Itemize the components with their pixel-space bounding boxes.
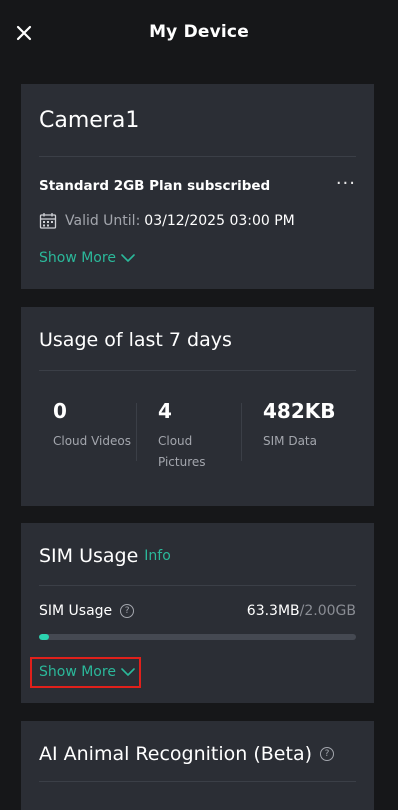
stat-cloud-pictures: 4 Cloud Pictures	[136, 399, 249, 469]
valid-until-value: 03/12/2025 03:00 PM	[144, 213, 295, 229]
sim-usage-row: SIM Usage ?	[39, 603, 135, 619]
sim-usage-label: SIM Usage	[39, 603, 113, 619]
calendar-icon	[39, 213, 57, 229]
device-show-more-button[interactable]: Show More	[39, 250, 136, 266]
ai-recognition-heading: AI Animal Recognition (Beta) ?	[39, 743, 334, 765]
progress-fill	[39, 634, 49, 640]
show-more-label: Show More	[39, 250, 116, 266]
stat-label: Cloud Videos	[53, 434, 131, 448]
divider	[39, 781, 356, 782]
divider	[39, 370, 356, 371]
chevron-down-icon	[121, 254, 135, 262]
stat-value: 0	[53, 399, 67, 423]
page-title: My Device	[149, 22, 249, 42]
stat-value: 4	[158, 399, 172, 423]
valid-until-row: Valid Until: 03/12/2025 03:00 PM	[39, 212, 295, 230]
stat-cloud-videos: 0 Cloud Videos	[39, 399, 144, 469]
highlight-box	[30, 657, 141, 688]
usage-stats: 0 Cloud Videos 4 Cloud Pictures 482KB SI…	[39, 399, 356, 469]
usage-card: Usage of last 7 days 0 Cloud Videos 4 Cl…	[21, 307, 374, 506]
ai-recognition-card: AI Animal Recognition (Beta) ?	[21, 721, 374, 810]
sim-used: 63.3MB	[246, 603, 300, 619]
more-options-icon[interactable]: ···	[336, 175, 356, 193]
divider	[39, 585, 356, 586]
header: My Device	[0, 0, 398, 70]
sim-usage-progress	[39, 634, 356, 640]
info-link[interactable]: Info	[144, 548, 171, 564]
help-icon[interactable]: ?	[320, 747, 334, 761]
sim-usage-heading: SIM Usage Info	[39, 545, 171, 567]
ai-recognition-title: AI Animal Recognition (Beta)	[39, 743, 312, 765]
sim-total: /2.00GB	[299, 603, 356, 619]
stat-sim-data: 482KB SIM Data	[241, 399, 354, 469]
stat-value: 482KB	[263, 399, 336, 423]
valid-until-label: Valid Until:	[65, 213, 141, 229]
usage-title: Usage of last 7 days	[39, 329, 232, 351]
sim-usage-title: SIM Usage	[39, 545, 139, 567]
device-name: Camera1	[39, 108, 140, 133]
help-icon[interactable]: ?	[120, 604, 135, 618]
divider	[39, 156, 356, 157]
stat-label: SIM Data	[263, 434, 317, 448]
device-card: Camera1 Standard 2GB Plan subscribed ···…	[21, 84, 374, 289]
stat-label: Cloud Pictures	[158, 434, 206, 469]
plan-name: Standard 2GB Plan subscribed	[39, 178, 271, 194]
sim-usage-amount: 63.3MB/2.00GB	[247, 603, 356, 619]
